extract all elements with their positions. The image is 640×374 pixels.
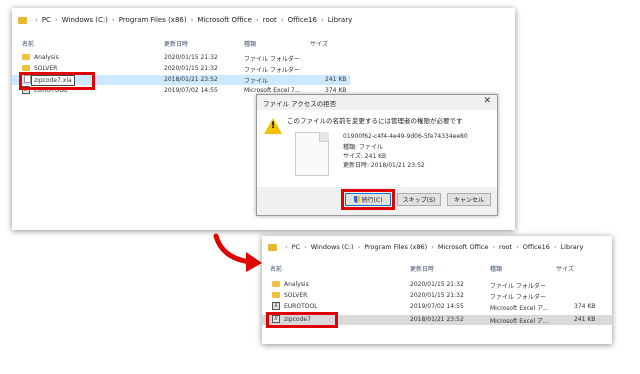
chevron-right-icon: › (357, 243, 361, 251)
folder-icon (268, 243, 277, 251)
file-date: 2020/01/15 21:32 (410, 281, 464, 288)
file-name: EUROTOOL (284, 303, 318, 310)
warning-exclamation: ! (271, 121, 276, 131)
file-date: 2019/07/02 14:55 (164, 87, 218, 94)
breadcrumb-item[interactable]: Library (561, 243, 584, 251)
file-size: 374 KB (574, 303, 596, 310)
file-size: 374 KB (325, 87, 347, 94)
breadcrumb-item[interactable]: Office16 (523, 243, 550, 251)
chevron-right-icon: › (280, 16, 284, 24)
chevron-right-icon: › (111, 16, 115, 24)
column-header-date[interactable]: 更新日時 (164, 39, 188, 48)
file-size: 241 KB (574, 316, 596, 323)
file-size: 241 KB (325, 76, 347, 83)
file-info-size: サイズ: 241 KB (343, 153, 387, 160)
chevron-right-icon: › (35, 16, 38, 24)
file-date: 2020/01/15 21:32 (164, 65, 218, 72)
breadcrumb-item[interactable]: root (499, 243, 512, 251)
breadcrumb-item[interactable]: PC (42, 16, 51, 24)
breadcrumb-item[interactable]: Program Files (x86) (119, 16, 187, 24)
breadcrumb-item[interactable]: Library (328, 16, 352, 24)
file-name: Analysis (34, 54, 59, 61)
skip-button[interactable]: スキップ(S) (397, 193, 441, 206)
highlight-box (341, 189, 395, 210)
folder-icon (22, 65, 30, 71)
list-item[interactable]: Analysis 2020/01/15 21:32 ファイル フォルダー (262, 280, 612, 290)
chevron-right-icon: › (431, 243, 434, 251)
file-info-type: 種類: ファイル (343, 144, 383, 151)
file-date: 2019/07/02 14:55 (410, 303, 464, 310)
file-access-denied-dialog: ファイル アクセスの拒否 ✕ ! このファイルの名前を変更するには管理者の権限が… (256, 94, 498, 216)
breadcrumb-item[interactable]: PC (292, 243, 300, 251)
file-date: 2020/01/15 21:32 (410, 292, 464, 299)
file-type: ファイル フォルダー (244, 56, 300, 63)
file-type: Microsoft Excel 7... (244, 87, 301, 94)
arrow-icon (213, 233, 262, 272)
column-header-type[interactable]: 種類 (244, 39, 256, 48)
column-header-name[interactable]: 名前 (22, 39, 34, 48)
breadcrumb-item[interactable]: Microsoft Office (197, 16, 252, 24)
highlight-box (19, 72, 95, 90)
breadcrumb-item[interactable]: Windows (C:) (62, 16, 108, 24)
column-header-size[interactable]: サイズ (556, 264, 574, 273)
folder-icon (18, 16, 27, 24)
file-date: 2020/01/15 21:32 (164, 54, 218, 61)
column-header-size[interactable]: サイズ (310, 39, 328, 48)
chevron-right-icon: › (492, 243, 496, 251)
column-header-type[interactable]: 種類 (490, 264, 502, 273)
folder-icon (272, 292, 280, 298)
file-type: Microsoft Excel ア... (490, 318, 549, 325)
list-item[interactable]: Analysis 2020/01/15 21:32 ファイル フォルダー (12, 53, 515, 63)
file-date: 2018/01/21 23:52 (164, 76, 218, 83)
breadcrumb-item[interactable]: Microsoft Office (438, 243, 489, 251)
file-type: ファイル フォルダー (490, 283, 546, 290)
chevron-right-icon: › (255, 16, 259, 24)
chevron-right-icon: › (190, 16, 194, 24)
excel-addin-icon: X (272, 302, 280, 310)
chevron-right-icon: › (54, 16, 58, 24)
folder-icon (22, 54, 30, 60)
breadcrumb-item[interactable]: Office16 (288, 16, 317, 24)
folder-icon (272, 281, 280, 287)
highlight-box (266, 312, 338, 328)
chevron-right-icon: › (320, 16, 324, 24)
dialog-title: ファイル アクセスの拒否 (263, 100, 337, 108)
breadcrumb-item[interactable]: Program Files (x86) (364, 243, 427, 251)
file-type: ファイル フォルダー (244, 67, 300, 74)
chevron-right-icon: › (516, 243, 519, 251)
file-date: 2018/01/21 23:52 (410, 316, 464, 323)
file-name: Analysis (284, 281, 309, 288)
close-icon[interactable]: ✕ (483, 96, 491, 106)
document-icon (295, 132, 329, 176)
chevron-right-icon: › (553, 243, 557, 251)
file-type: ファイル フォルダー (490, 294, 546, 301)
dialog-body: ! このファイルの名前を変更するには管理者の権限が必要です 01900f62-c… (257, 110, 497, 187)
explorer-window-after: › PC › Windows (C:) › Program Files (x86… (262, 236, 612, 344)
file-type: Microsoft Excel ア... (490, 305, 549, 312)
file-info-date: 更新日時: 2018/01/21 23:52 (343, 162, 425, 169)
breadcrumb-item[interactable]: root (263, 16, 277, 24)
file-info-name: 01900f62-c4f4-4e49-9d06-5fe74334ee80 (343, 133, 468, 140)
chevron-right-icon: › (304, 243, 307, 251)
chevron-right-icon: › (285, 243, 288, 251)
file-name: SOLVER (284, 292, 308, 299)
file-name: SOLVER (34, 65, 58, 72)
dialog-message: このファイルの名前を変更するには管理者の権限が必要です (287, 117, 463, 125)
file-type: ファイル (244, 78, 269, 85)
column-header-name[interactable]: 名前 (270, 264, 282, 273)
breadcrumb: › PC › Windows (C:) › Program Files (x86… (12, 12, 515, 28)
breadcrumb: › PC › Windows (C:) › Program Files (x86… (262, 240, 612, 254)
list-item[interactable]: X EUROTOOL 2019/07/02 14:55 Microsoft Ex… (262, 302, 612, 312)
cancel-button[interactable]: キャンセル (447, 193, 491, 206)
list-item[interactable]: SOLVER 2020/01/15 21:32 ファイル フォルダー (262, 291, 612, 301)
breadcrumb-item[interactable]: Windows (C:) (311, 243, 354, 251)
column-header-date[interactable]: 更新日時 (410, 264, 434, 273)
